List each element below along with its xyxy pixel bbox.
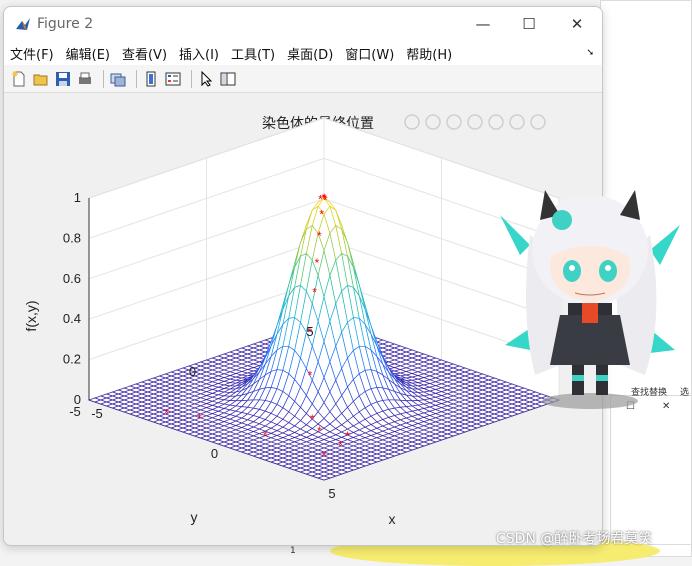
z-axis-label: f(x,y)	[23, 300, 39, 331]
chromosome-marker: *	[338, 439, 343, 453]
chromosome-marker: *	[322, 192, 327, 206]
toolbar-separator	[103, 69, 104, 88]
open-icon[interactable]	[32, 70, 50, 88]
background-tick-label: 1	[290, 546, 296, 556]
chromosome-marker: *	[319, 208, 324, 222]
menu-edit[interactable]: 编辑(E)	[66, 44, 110, 63]
y-tick-label: 5	[306, 324, 313, 339]
legend-icon[interactable]	[164, 70, 182, 88]
chromosome-marker: *	[310, 412, 315, 426]
chromosome-marker: *	[164, 407, 169, 421]
property-editor-icon[interactable]	[219, 70, 237, 88]
save-icon[interactable]	[54, 70, 72, 88]
chromosome-marker: *	[197, 411, 202, 425]
y-axis-label: y	[191, 509, 198, 525]
print-icon[interactable]	[76, 70, 94, 88]
zoom-out-icon[interactable]	[509, 114, 525, 130]
datatip-icon[interactable]	[425, 114, 441, 130]
minimize-button[interactable]: —	[460, 11, 506, 37]
z-tick-label: 0.6	[63, 271, 81, 286]
menu-insert[interactable]: 插入(I)	[179, 44, 219, 63]
menu-desktop[interactable]: 桌面(D)	[287, 44, 333, 63]
brush-icon[interactable]	[404, 114, 420, 130]
chromosome-marker: *	[312, 285, 317, 299]
toolbar-separator	[136, 69, 137, 88]
chromosome-marker: *	[317, 424, 322, 438]
background-window-lower	[610, 395, 692, 545]
anime-mascot-image	[500, 190, 680, 409]
z-tick-label: 0.4	[63, 311, 81, 326]
axes-toolbar	[404, 114, 546, 130]
menu-tools[interactable]: 工具(T)	[231, 44, 275, 63]
y-tick-label: -5	[69, 404, 81, 419]
chromosome-marker: *	[308, 368, 313, 382]
z-tick-label: 0.8	[63, 230, 81, 245]
menu-dock-arrow-icon[interactable]: ➘	[586, 48, 594, 58]
x-tick-label: 0	[211, 446, 218, 461]
new-icon[interactable]	[10, 70, 28, 88]
chromosome-marker: *	[317, 229, 322, 243]
z-tick-label: 1	[74, 190, 81, 205]
toolbar-separator	[191, 69, 192, 88]
y-tick-label: 0	[189, 364, 196, 379]
window-title: Figure 2	[37, 16, 94, 32]
chromosome-marker: *	[322, 449, 327, 463]
close-button[interactable]: ✕	[554, 11, 600, 37]
menu-file[interactable]: 文件(F)	[10, 44, 54, 63]
title-bar[interactable]: Figure 2 — ☐ ✕	[4, 7, 602, 41]
zoom-in-icon[interactable]	[488, 114, 504, 130]
menu-window[interactable]: 窗口(W)	[345, 44, 394, 63]
chromosome-marker: *	[315, 256, 320, 270]
x-axis-label: x	[389, 511, 396, 527]
chromosome-marker: *	[263, 429, 268, 443]
pan-icon[interactable]	[467, 114, 483, 130]
figure-toolbar	[4, 65, 602, 93]
pointer-icon[interactable]	[197, 70, 215, 88]
csdn-watermark: CSDN @醉卧考场君莫笑	[496, 531, 653, 547]
chromosome-marker: *	[345, 429, 350, 443]
menu-help[interactable]: 帮助(H)	[406, 44, 452, 63]
maximize-button[interactable]: ☐	[506, 11, 552, 37]
menu-view[interactable]: 查看(V)	[122, 44, 167, 63]
rotate-icon[interactable]	[446, 114, 462, 130]
x-tick-label: 5	[328, 486, 335, 501]
colorbar-icon[interactable]	[142, 70, 160, 88]
home-icon[interactable]	[530, 114, 546, 130]
z-tick-label: 0.2	[63, 352, 81, 367]
x-tick-label: -5	[91, 406, 103, 421]
matlab-icon	[14, 15, 32, 33]
link-icon[interactable]	[109, 70, 127, 88]
menu-bar: 文件(F) 编辑(E) 查看(V) 插入(I) 工具(T) 桌面(D) 窗口(W…	[4, 41, 602, 65]
